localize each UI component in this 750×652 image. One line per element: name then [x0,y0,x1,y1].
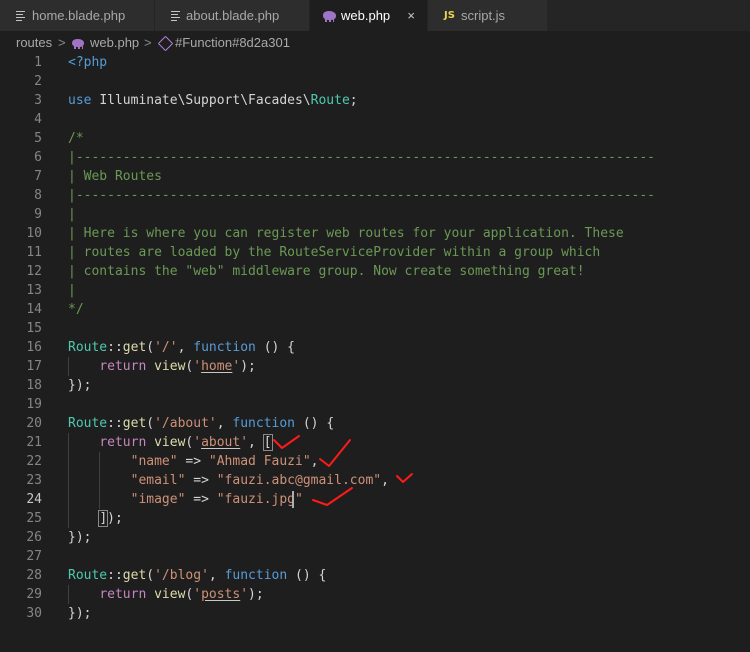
code-line: 12 | contains the "web" middleware group.… [26,264,585,279]
tab-bar: home.blade.php about.blade.php web.php ×… [0,0,750,31]
text-cursor [292,491,294,508]
breadcrumb-folder[interactable]: routes [16,31,52,55]
tab-web-php[interactable]: web.php × [310,0,428,31]
code-line: 11 | routes are loaded by the RouteServic… [26,245,601,260]
code-line: 10 | Here is where you can register web r… [26,226,624,241]
code-line: 25 ]); [26,510,123,527]
tab-script-js[interactable]: JS script.js [428,0,548,31]
code-line: 15 [26,321,42,336]
code-line: 19 [26,397,42,412]
code-line: 14 */ [26,302,84,317]
code-line: 2 [34,74,42,89]
code-line: 28 Route::get('/blog', function () { [26,568,327,583]
code-line: 5/* [34,131,84,146]
code-line: 13 | [26,283,76,298]
tab-label: about.blade.php [186,8,280,23]
code-line: 9 | [34,207,76,222]
code-line: 20 Route::get('/about', function () { [26,416,335,431]
code-line: 8 |--------------------------------------… [34,188,655,203]
js-icon: JS [444,10,455,21]
code-line: 4 [34,112,42,127]
breadcrumb-symbol[interactable]: #Function#8d2a301 [175,31,290,55]
code-line: 1 <?php [34,55,108,70]
tab-home-blade[interactable]: home.blade.php [0,0,155,31]
chevron-right-icon: > [144,35,152,50]
tab-label: home.blade.php [32,8,126,23]
code-line: 7 | Web Routes [34,169,162,184]
code-line: 22 "name" => "Ahmad Fauzi", [26,454,319,469]
code-line: 3 use Illuminate\Support\Facades\Route; [34,93,358,108]
breadcrumb-file[interactable]: web.php [90,31,139,55]
code-line: 18}); [26,378,92,393]
close-icon[interactable]: × [407,0,415,31]
code-line: 16 Route::get('/', function () { [26,340,296,355]
php-elephant-icon [323,0,336,31]
code-line: 29 return view('posts'); [26,587,264,602]
tab-label: script.js [461,8,506,23]
chevron-right-icon: > [58,35,66,50]
file-lines-icon [16,0,25,31]
code-line: 27 [26,549,42,564]
code-line-current: 24 "image" => "fauzi.jpg" [26,492,303,507]
code-line: 21 return view('about', [ [26,434,273,451]
code-editor[interactable]: 1 <?php 2 3 use Illuminate\Support\Facades… [0,53,750,652]
code-line: 26}); [26,530,92,545]
tab-about-blade[interactable]: about.blade.php [155,0,310,31]
code-line: 30}); [26,606,92,621]
tab-label: web.php [341,8,391,23]
code-line: 23 "email" => "fauzi.abc@gmail.com", [26,473,389,488]
code-line: 17 return view('home'); [26,359,256,374]
symbol-cube-icon [157,35,174,52]
code-line: 6 |--------------------------------------… [34,150,655,165]
breadcrumb: routes > web.php > #Function#8d2a301 [0,31,750,55]
file-lines-icon [171,0,180,31]
